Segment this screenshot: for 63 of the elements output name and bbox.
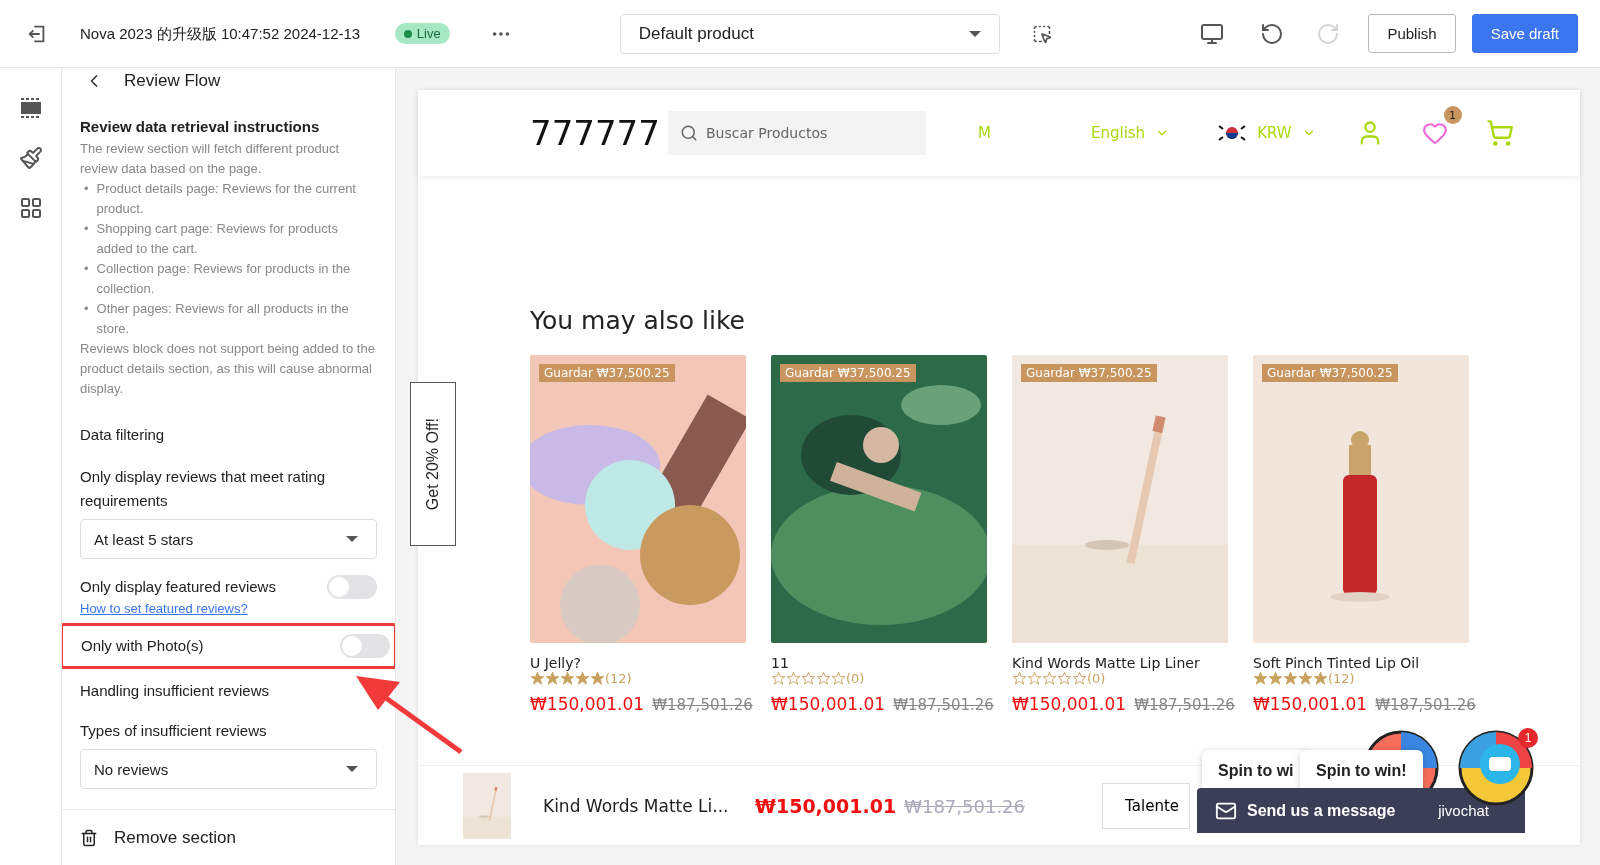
info-text: The review section will fetch different product review data based on the page.: [80, 140, 341, 178]
help-link[interactable]: How to set featured reviews?: [80, 601, 248, 616]
rating-select[interactable]: At least 5 stars: [80, 519, 377, 559]
insufficient-select[interactable]: No reviews: [80, 749, 377, 789]
sale-price: ₩150,001.01: [1253, 694, 1368, 714]
info-note: Reviews block does not support being added to the product details section, as this will cause abnormal display.: [80, 340, 376, 398]
bullet: •: [84, 180, 89, 198]
search-field[interactable]: Buscar Productos: [668, 111, 926, 155]
bullet: •: [84, 260, 89, 278]
discount-badge: Guardar ₩37,500.25: [780, 364, 916, 382]
store-logo: 777777: [530, 113, 661, 153]
original-price: ₩187,501.26: [1134, 696, 1235, 714]
discount-badge: Guardar ₩37,500.25: [1262, 364, 1398, 382]
original-price: ₩187,501.26: [652, 696, 753, 714]
info-item: Product details page: Reviews for the current product.: [96, 180, 357, 218]
notification-count: 1: [1518, 728, 1538, 748]
product-title[interactable]: U Jelly?: [530, 655, 746, 671]
review-count: (12): [1328, 671, 1355, 686]
sale-price: ₩150,001.01: [755, 794, 897, 817]
product-title[interactable]: Soft Pinch Tinted Lip Oil: [1253, 655, 1469, 671]
save-draft-button[interactable]: Save draft: [1471, 14, 1578, 53]
discount-tab[interactable]: Get 20% Off!: [410, 382, 456, 546]
discount-badge: Guardar ₩37,500.25: [539, 364, 675, 382]
toggle-switch[interactable]: [327, 575, 377, 599]
trash-icon: [80, 829, 98, 847]
section-title: Handling insufficient reviews: [80, 681, 270, 701]
toggle-switch[interactable]: [340, 634, 390, 658]
toggle-label: Only display featured reviews: [80, 577, 276, 597]
product-title[interactable]: Kind Words Matte Lip Liner: [1012, 655, 1228, 671]
template-select[interactable]: Default product: [619, 13, 1001, 54]
bullet: •: [84, 300, 89, 318]
review-count: (0): [846, 671, 865, 686]
panel-title: Review Flow: [124, 71, 221, 91]
info-title: Review data retrieval instructions: [80, 118, 321, 135]
sale-price: ₩150,001.01: [771, 694, 886, 714]
chat-brand: jivochat: [1438, 802, 1489, 819]
original-price: ₩187,501.26: [893, 696, 994, 714]
review-count: (0): [1087, 671, 1106, 686]
flag-icon: [1217, 123, 1248, 143]
remove-section-button[interactable]: Remove section: [62, 809, 395, 865]
section-heading: You may also like: [530, 306, 746, 335]
theme-title: Nova 2023 的升级版 10:47:52 2024-12-13: [80, 23, 362, 44]
toggle-label: Only with Photo(s): [81, 636, 204, 656]
info-item: Shopping cart page: Reviews for products added to the cart.: [96, 220, 339, 258]
original-price: ₩187,501.26: [904, 795, 1025, 817]
search-icon: [680, 124, 698, 142]
sale-price: ₩150,001.01: [1012, 694, 1127, 714]
original-price: ₩187,501.26: [1375, 696, 1476, 714]
rating-label: Only display reviews that meet rating requirements: [80, 467, 327, 511]
product-title[interactable]: 11: [771, 655, 987, 671]
discount-badge: Guardar ₩37,500.25: [1021, 364, 1157, 382]
publish-button[interactable]: Publish: [1368, 14, 1456, 53]
sticky-button[interactable]: Talente: [1102, 782, 1190, 829]
sale-price: ₩150,001.01: [530, 694, 645, 714]
live-badge: Live: [394, 23, 450, 44]
bullet: •: [84, 220, 89, 238]
chat-bar[interactable]: Send us a message jivochat: [1197, 788, 1525, 833]
section-title: Data filtering: [80, 425, 166, 445]
info-item: Collection page: Reviews for products in the collection.: [96, 260, 352, 298]
review-count: (12): [605, 671, 632, 686]
insufficient-label: Types of insufficient reviews: [80, 721, 268, 741]
wishlist-count: 1: [1443, 106, 1462, 124]
info-item: Other pages: Reviews for all products in the store.: [96, 300, 350, 338]
